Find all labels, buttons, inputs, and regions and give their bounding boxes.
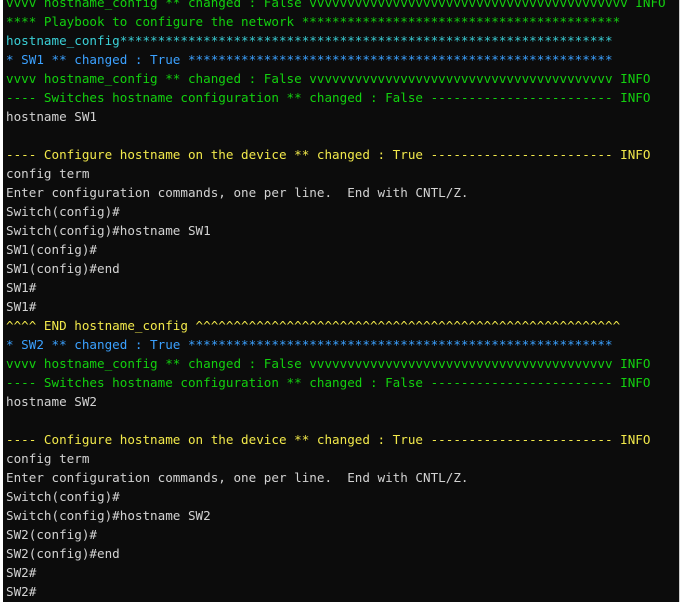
terminal-line: SW2(config)# — [6, 527, 97, 542]
terminal-line: Switch(config)#hostname SW2 — [6, 508, 211, 523]
terminal-line: hostname SW1 — [6, 109, 97, 124]
terminal-line: SW2# — [6, 565, 37, 580]
terminal-line: ^^^^ END hostname_config ^^^^^^^^^^^^^^^… — [6, 318, 621, 333]
terminal-line: SW2# — [6, 584, 37, 599]
terminal-line: ---- Switches hostname configuration ** … — [6, 90, 651, 105]
terminal-line: ---- Configure hostname on the device **… — [6, 147, 651, 162]
terminal-line: * SW2 ** changed : True ****************… — [6, 337, 613, 352]
terminal-line: vvvv hostname_config ** changed : False … — [6, 71, 651, 86]
terminal-line: SW1(config)#end — [6, 261, 120, 276]
terminal-line: Switch(config)# — [6, 489, 120, 504]
terminal-line: hostname SW2 — [6, 394, 97, 409]
terminal-window[interactable]: vvvv hostname_config ** changed : False … — [3, 0, 680, 602]
terminal-line: ---- Configure hostname on the device **… — [6, 432, 651, 447]
terminal-line: SW1(config)# — [6, 242, 97, 257]
terminal-line: SW1# — [6, 299, 37, 314]
terminal-line: SW2(config)#end — [6, 546, 120, 561]
terminal-line: Enter configuration commands, one per li… — [6, 185, 469, 200]
terminal-line: hostname_config*************************… — [6, 33, 613, 48]
terminal-line: **** Playbook to configure the network *… — [6, 14, 621, 29]
terminal-line: Enter configuration commands, one per li… — [6, 470, 469, 485]
terminal-output: vvvv hostname_config ** changed : False … — [6, 0, 666, 602]
terminal-line: vvvv hostname_config ** changed : False … — [6, 0, 666, 10]
terminal-line: config term — [6, 451, 90, 466]
terminal-line: * SW1 ** changed : True ****************… — [6, 52, 613, 67]
terminal-line: config term — [6, 166, 90, 181]
terminal-line: Switch(config)# — [6, 204, 120, 219]
terminal-line: Switch(config)#hostname SW1 — [6, 223, 211, 238]
terminal-line: SW1# — [6, 280, 37, 295]
terminal-line: vvvv hostname_config ** changed : False … — [6, 356, 651, 371]
terminal-line: ---- Switches hostname configuration ** … — [6, 375, 651, 390]
